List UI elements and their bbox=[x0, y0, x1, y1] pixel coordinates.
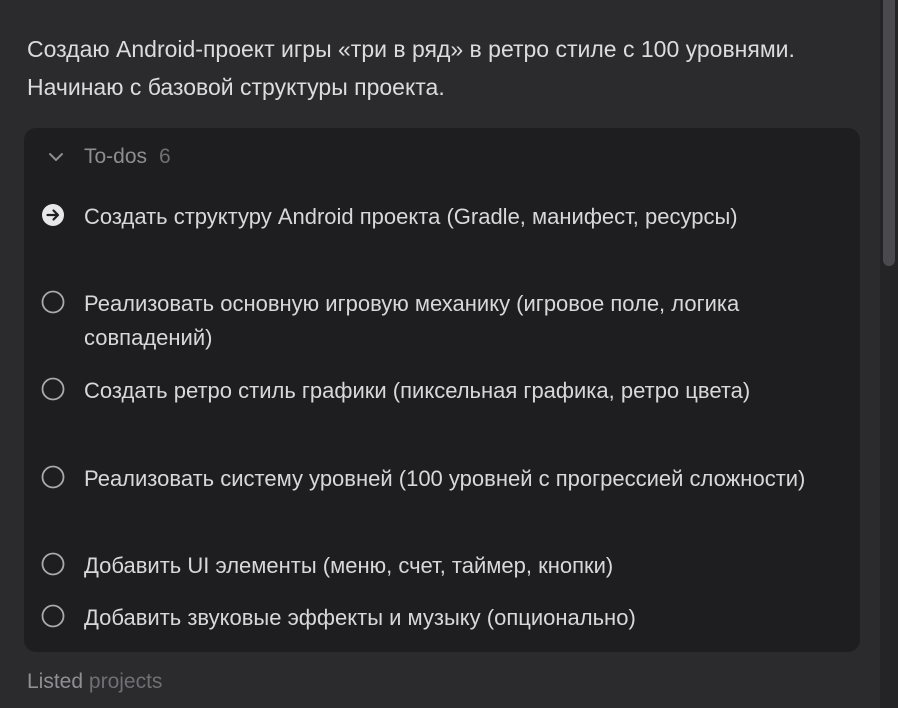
todo-item[interactable]: Реализовать систему уровней (100 уровней… bbox=[40, 462, 830, 532]
chevron-down-icon[interactable] bbox=[46, 147, 66, 167]
todos-count: 6 bbox=[159, 145, 171, 168]
todo-item[interactable]: Создать ретро стиль графики (пиксельная … bbox=[40, 374, 830, 444]
todo-item[interactable]: Добавить звуковые эффекты и музыку (опци… bbox=[40, 601, 830, 637]
empty-circle-icon[interactable] bbox=[40, 289, 66, 315]
todos-header-toggle[interactable]: To-dos 6 bbox=[46, 142, 171, 172]
todo-item[interactable]: Добавить UI элементы (меню, счет, таймер… bbox=[40, 549, 830, 585]
todos-card: To-dos 6 Создать структуру Android проек… bbox=[24, 128, 860, 652]
scrollbar-thumb[interactable] bbox=[883, 0, 895, 266]
todo-label: Реализовать основную игровую механику (и… bbox=[84, 291, 740, 350]
empty-circle-icon[interactable] bbox=[40, 464, 66, 490]
assistant-message: Создаю Android-проект игры «три в ряд» в… bbox=[27, 36, 795, 100]
todo-item[interactable]: Создать структуру Android проекта (Gradl… bbox=[40, 200, 830, 270]
chat-panel: Создаю Android-проект игры «три в ряд» в… bbox=[0, 0, 880, 708]
listed-projects-label: Listed projects bbox=[27, 670, 162, 694]
todo-label: Создать структуру Android проекта (Gradl… bbox=[84, 204, 738, 229]
empty-circle-icon[interactable] bbox=[40, 603, 66, 629]
empty-circle-icon[interactable] bbox=[40, 551, 66, 577]
todo-label: Добавить звуковые эффекты и музыку (опци… bbox=[84, 605, 636, 630]
arrow-right-circle-icon bbox=[40, 202, 66, 228]
listed-label: Listed bbox=[27, 670, 84, 693]
projects-label: projects bbox=[88, 670, 163, 693]
empty-circle-icon[interactable] bbox=[40, 376, 66, 402]
todos-title: To-dos bbox=[84, 145, 148, 168]
todo-label: Добавить UI элементы (меню, счет, таймер… bbox=[84, 553, 614, 578]
todo-item[interactable]: Реализовать основную игровую механику (и… bbox=[40, 287, 830, 357]
todo-label: Создать ретро стиль графики (пиксельная … bbox=[84, 378, 751, 403]
todo-label: Реализовать систему уровней (100 уровней… bbox=[84, 466, 806, 491]
